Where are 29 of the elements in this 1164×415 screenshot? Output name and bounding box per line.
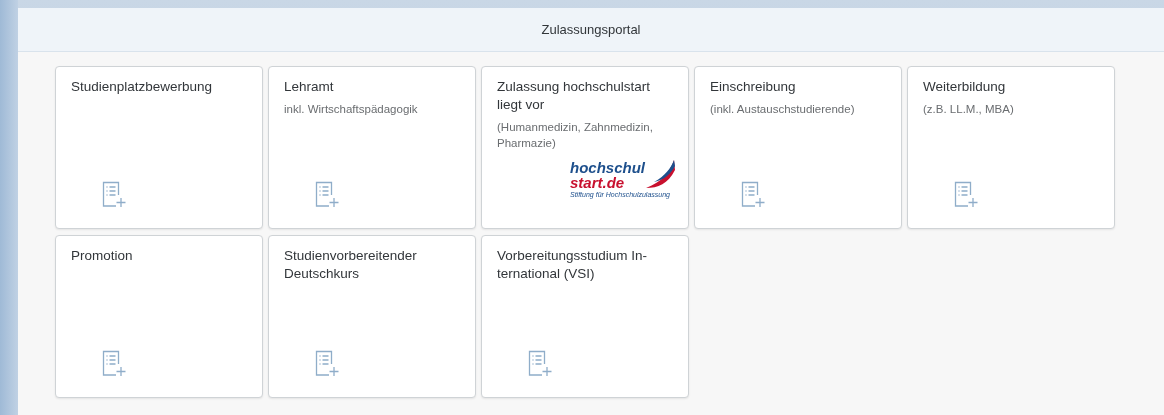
tile-title: Einschreibung xyxy=(710,78,797,96)
form-add-icon xyxy=(528,350,554,378)
tile-title: Studienvorbereitender Deutschkurs xyxy=(284,247,418,283)
tile-title: Studienplatzbewerbung xyxy=(71,78,214,96)
page-title: Zulassungsportal xyxy=(541,22,641,37)
app-tile[interactable]: Studienplatzbewerbung xyxy=(55,66,263,229)
app-tile[interactable]: Promotion xyxy=(55,235,263,398)
form-add-icon xyxy=(315,181,341,209)
tile-subtitle: (Humanmedizin, Zahnmedizin, Pharmazie) xyxy=(497,120,654,151)
tile-title: Weiterbildung xyxy=(923,78,1007,96)
form-add-icon xyxy=(102,181,128,209)
tile-title: Lehramt xyxy=(284,78,335,96)
app-tile[interactable]: Vorbereitungsstudium In-ternational (VSI) xyxy=(481,235,689,398)
logo-wordmark: start.de xyxy=(570,175,626,190)
form-add-icon xyxy=(741,181,767,209)
tile-subtitle: inkl. Wirtschaftspädagogik xyxy=(284,102,419,117)
tile-title: Promotion xyxy=(71,247,134,265)
form-add-icon xyxy=(315,350,341,378)
app-tile[interactable]: Einschreibung (inkl. Austauschstudierende) xyxy=(694,66,902,229)
form-add-icon xyxy=(102,350,128,378)
tile-subtitle: (z.B. LL.M., MBA) xyxy=(923,102,1015,117)
app-tile[interactable]: Weiterbildung (z.B. LL.M., MBA) xyxy=(907,66,1115,229)
app-tile[interactable]: Studienvorbereitender Deutschkurs xyxy=(268,235,476,398)
form-add-icon xyxy=(954,181,980,209)
tile-title: Zulassung hochschulstart liegt vor xyxy=(497,78,652,114)
tile-subtitle: (inkl. Austauschstudierende) xyxy=(710,102,856,117)
logo-wordmark: hochschul xyxy=(570,160,646,175)
tile-title: Vorbereitungsstudium In-ternational (VSI) xyxy=(497,247,649,283)
app-tile[interactable]: Lehramt inkl. Wirtschaftspädagogik xyxy=(268,66,476,229)
